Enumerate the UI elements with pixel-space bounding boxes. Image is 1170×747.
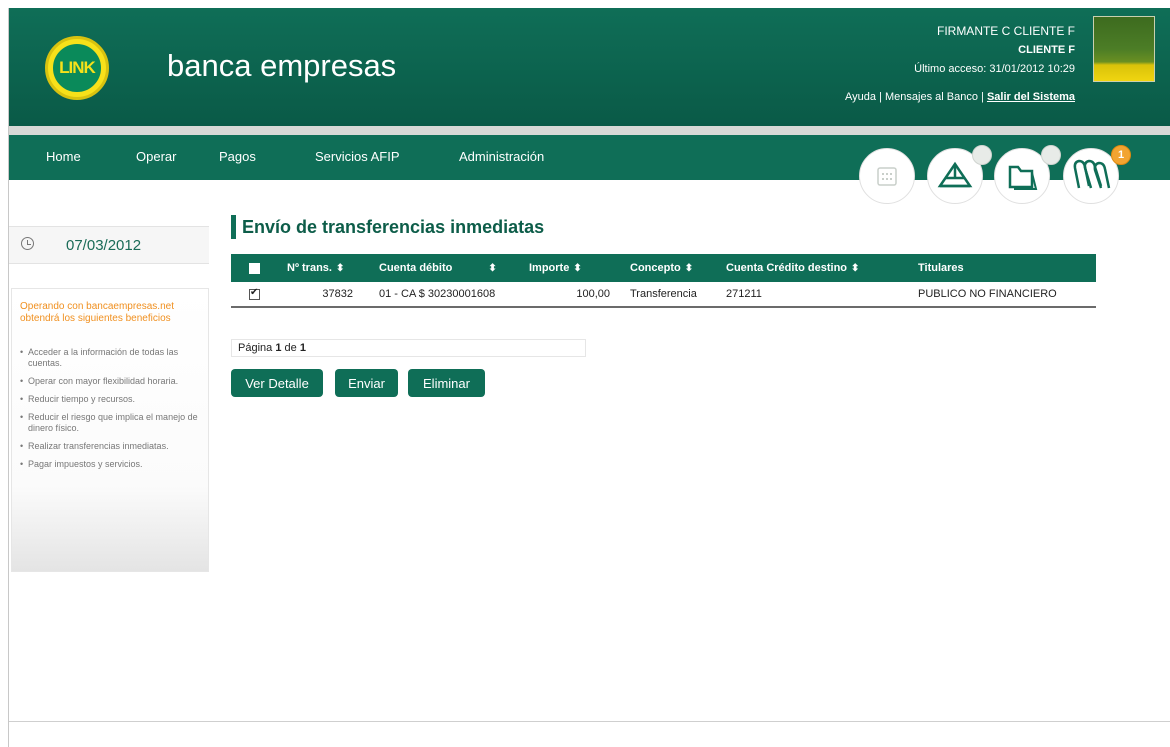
folder-glyph (1008, 165, 1038, 190)
pagination: Página 1 de 1 (231, 339, 586, 357)
transfers-table: Nº trans. ⬍ Cuenta débito ⬍ Importe ⬍ Conce… (231, 254, 1096, 308)
benefits-panel: Operando con bancaempresas.net obtendrá … (11, 288, 209, 572)
nav-item-administracion[interactable]: Administración (459, 149, 544, 164)
header-concept-label: Concepto (630, 262, 681, 274)
send-indicator-dot (972, 145, 992, 165)
notification-badge: 1 (1111, 145, 1131, 165)
pager-current: 1 (275, 342, 282, 354)
user-info: FIRMANTE C CLIENTE F CLIENTE F Último ac… (845, 22, 1075, 107)
brand-title: banca empresas (167, 48, 397, 83)
sort-icon: ⬍ (851, 263, 860, 274)
header: LINK banca empresas FIRMANTE C CLIENTE F… (9, 8, 1170, 126)
benefit-item: Reducir tiempo y recursos. (20, 394, 204, 405)
pager-of: de (284, 342, 297, 354)
row-select-cell (231, 282, 281, 308)
cell-holders: PUBLICO NO FINANCIERO (912, 282, 1096, 308)
messages-link[interactable]: Mensajes al Banco (885, 91, 978, 103)
help-link[interactable]: Ayuda (845, 91, 876, 103)
pager-total: 1 (299, 342, 306, 354)
header-credit-account[interactable]: Cuenta Crédito destino ⬍ (720, 254, 912, 282)
table-row[interactable]: 37832 01 - CA $ 30230001608 100,00 Trans… (231, 282, 1096, 308)
header-debit-account[interactable]: Cuenta débito ⬍ (373, 254, 523, 282)
select-all-header (231, 254, 281, 282)
delete-button[interactable]: Eliminar (408, 369, 485, 397)
header-debit-label: Cuenta débito (379, 262, 453, 274)
benefit-item: Acceder a la información de todas las cu… (20, 347, 204, 369)
sort-icon: ⬍ (488, 263, 497, 274)
clock-icon (21, 237, 34, 250)
client-name: CLIENTE F (1018, 44, 1075, 56)
app-frame: LINK banca empresas FIRMANTE C CLIENTE F… (8, 8, 1170, 747)
pager-prefix: Página (238, 342, 273, 354)
cell-concept: Transferencia (624, 282, 720, 308)
nav-item-servicios-afip[interactable]: Servicios AFIP (315, 149, 400, 164)
benefit-item: Operar con mayor flexibilidad horaria. (20, 376, 204, 387)
sort-icon: ⬍ (335, 263, 345, 274)
cell-num: 37832 (281, 282, 373, 308)
send-button[interactable]: Enviar (335, 369, 398, 397)
page-title: Envío de transferencias inmediatas (242, 217, 545, 237)
header-concept[interactable]: Concepto ⬍ (624, 254, 720, 282)
title-accent-bar (231, 215, 236, 239)
header-amount-label: Importe (529, 262, 570, 274)
table-header-row: Nº trans. ⬍ Cuenta débito ⬍ Importe ⬍ Conce… (231, 254, 1096, 282)
current-date: 07/03/2012 (66, 237, 142, 254)
link-logo-text: LINK (51, 42, 103, 94)
calendar-icon[interactable] (859, 148, 915, 204)
nav-item-home[interactable]: Home (46, 149, 81, 164)
header-separator (9, 126, 1170, 135)
view-detail-button[interactable]: Ver Detalle (231, 369, 323, 397)
benefits-list: Acceder a la información de todas las cu… (20, 347, 204, 477)
row-checkbox[interactable] (249, 287, 260, 300)
folder-indicator-dot (1041, 145, 1061, 165)
paperclip-glyph (1073, 159, 1111, 189)
footer-divider (9, 721, 1170, 722)
benefit-item: Reducir el riesgo que implica el manejo … (20, 412, 204, 434)
avatar (1093, 16, 1155, 82)
cell-credit-account: 271211 (720, 282, 912, 308)
user-name: FIRMANTE C CLIENTE F (936, 24, 1075, 38)
benefit-item: Realizar transferencias inmediatas. (20, 441, 204, 452)
benefits-title: Operando con bancaempresas.net obtendrá … (20, 301, 174, 324)
header-holders-label: Titulares (918, 262, 964, 274)
header-num[interactable]: Nº trans. ⬍ (281, 254, 373, 282)
sort-icon: ⬍ (573, 263, 582, 274)
logout-link[interactable]: Salir del Sistema (987, 91, 1075, 103)
link-logo[interactable]: LINK (45, 36, 109, 100)
nav-item-pagos[interactable]: Pagos (219, 149, 256, 164)
header-links: Ayuda | Mensajes al Banco | Salir del Si… (845, 88, 1075, 107)
calendar-icon-glyph (877, 167, 897, 186)
link-separator: | (876, 91, 886, 103)
date-panel: 07/03/2012 (9, 226, 209, 264)
sort-icon: ⬍ (684, 263, 694, 274)
header-num-label: Nº trans. (287, 262, 332, 274)
last-access: Último acceso: 31/01/2012 10:29 (914, 63, 1075, 75)
nav-item-operar[interactable]: Operar (136, 149, 176, 164)
link-separator: | (977, 91, 987, 103)
header-amount[interactable]: Importe ⬍ (523, 254, 624, 282)
header-credit-label: Cuenta Crédito destino (726, 262, 848, 274)
header-holders: Titulares (912, 254, 1096, 282)
benefit-item: Pagar impuestos y servicios. (20, 459, 204, 470)
cell-amount: 100,00 (523, 282, 624, 308)
envelope-send-icon (937, 161, 973, 188)
select-all-checkbox[interactable] (249, 262, 260, 274)
cell-debit-account: 01 - CA $ 30230001608 (373, 282, 523, 308)
